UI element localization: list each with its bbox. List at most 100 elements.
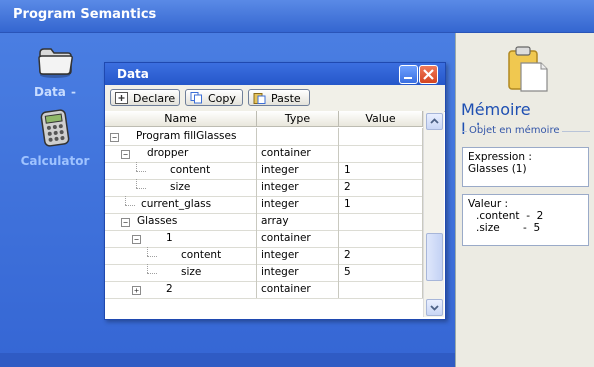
cell-type[interactable]: container (257, 145, 339, 162)
tree-line (136, 179, 137, 188)
nav-item-data-label: Data (34, 85, 66, 99)
row-name: current_glass (141, 198, 212, 210)
row-name: 1 (166, 232, 173, 244)
table-row[interactable]: content integer 2 (105, 247, 423, 265)
data-toolbar: Declare Copy Paste (105, 85, 445, 112)
data-window-title: Data (117, 67, 149, 81)
paste-button[interactable]: Paste (248, 89, 310, 106)
table-row[interactable]: −1 container (105, 230, 423, 248)
cell-name[interactable]: current_glass (105, 196, 257, 213)
cell-type[interactable]: container (257, 281, 339, 298)
add-icon (115, 92, 128, 104)
table-row[interactable]: − Program fillGlasses (105, 128, 423, 146)
row-name: size (181, 266, 202, 278)
table-row[interactable]: − dropper container (105, 145, 423, 163)
collapse-icon[interactable]: − (121, 150, 130, 159)
close-icon (423, 69, 434, 80)
chevron-up-icon (430, 118, 439, 124)
paste-label: Paste (271, 92, 301, 105)
column-header-type[interactable]: Type (257, 111, 339, 127)
value-box: Valeur : .content - 2 .size - 5 (462, 194, 589, 246)
chevron-down-icon (430, 305, 439, 311)
tree-line (136, 162, 137, 171)
cell-type[interactable]: integer (257, 264, 339, 281)
tree-line (125, 196, 126, 205)
cell-type[interactable]: container (257, 230, 339, 247)
cell-name[interactable]: − Program fillGlasses (105, 128, 257, 145)
cell-name[interactable]: content (105, 162, 257, 179)
expression-box: Expression : Glasses (1) (462, 147, 589, 187)
value-line: .content - 2 (476, 210, 544, 222)
cell-type[interactable]: array (257, 213, 339, 230)
cell-value[interactable] (339, 230, 423, 247)
folder-icon (38, 48, 73, 78)
cell-value[interactable] (339, 213, 423, 230)
expand-icon[interactable]: + (132, 286, 141, 295)
bottom-bar (0, 353, 455, 367)
calculator-icon (40, 109, 70, 147)
nav-item-calculator[interactable]: Calculator (10, 108, 100, 169)
data-window: Data Declare Copy Paste Name Type Value … (104, 62, 446, 320)
app-window: Program Semantics Data - Calculator Mémo… (0, 0, 594, 367)
cell-value[interactable] (339, 145, 423, 162)
minimize-button[interactable] (399, 65, 418, 84)
tree-line (136, 188, 146, 189)
nav-item-calculator-label: Calculator (20, 154, 90, 168)
collapse-icon[interactable]: − (110, 133, 119, 142)
cell-name[interactable]: size (105, 264, 257, 281)
collapse-icon[interactable]: − (132, 235, 141, 244)
scroll-up-button[interactable] (426, 113, 443, 130)
value-label: Valeur : (468, 198, 509, 210)
app-titlebar: Program Semantics (0, 0, 594, 33)
tree-line (147, 273, 157, 274)
clipboard-icon (508, 46, 548, 92)
row-name: Program fillGlasses (136, 130, 237, 142)
cell-name[interactable]: − dropper (105, 145, 257, 162)
cell-value[interactable] (339, 128, 423, 145)
vertical-scrollbar[interactable] (423, 111, 444, 317)
value-line: .size - 5 (476, 222, 541, 234)
collapse-icon[interactable]: − (121, 218, 130, 227)
table-row[interactable]: current_glass integer 1 (105, 196, 423, 214)
copy-button[interactable]: Copy (185, 89, 243, 106)
table-row[interactable]: size integer 5 (105, 264, 423, 282)
cell-type[interactable]: integer (257, 162, 339, 179)
copy-label: Copy (208, 92, 236, 105)
nav-item-data[interactable]: Data - (10, 45, 100, 100)
data-window-titlebar[interactable]: Data (105, 63, 445, 85)
cell-value[interactable]: 2 (339, 179, 423, 196)
cell-name[interactable]: size (105, 179, 257, 196)
cell-name[interactable]: −1 (105, 230, 257, 247)
cell-type[interactable] (257, 128, 339, 145)
expression-value: Glasses (1) (468, 163, 527, 175)
table-row[interactable]: − Glasses array (105, 213, 423, 231)
declare-label: Declare (133, 92, 176, 105)
row-name: content (170, 164, 211, 176)
cell-value[interactable]: 1 (339, 196, 423, 213)
close-button[interactable] (419, 65, 438, 84)
cell-type[interactable]: integer (257, 179, 339, 196)
cell-value[interactable]: 1 (339, 162, 423, 179)
column-header-name[interactable]: Name (105, 111, 257, 127)
cell-type[interactable]: integer (257, 196, 339, 213)
table-row[interactable]: +2 container (105, 281, 423, 299)
cell-value[interactable] (339, 281, 423, 298)
declare-button[interactable]: Declare (110, 89, 180, 106)
column-header-value[interactable]: Value (339, 111, 423, 127)
cell-type[interactable]: integer (257, 247, 339, 264)
cell-name[interactable]: +2 (105, 281, 257, 298)
cell-value[interactable]: 5 (339, 264, 423, 281)
memory-legend: Objet en mémoire (467, 125, 562, 136)
cell-name[interactable]: − Glasses (105, 213, 257, 230)
row-name: 2 (166, 283, 173, 295)
copy-icon (190, 92, 202, 104)
tree-line (147, 256, 157, 257)
scroll-down-button[interactable] (426, 299, 443, 316)
scroll-thumb[interactable] (426, 233, 443, 281)
tree-line (147, 247, 148, 256)
table-row[interactable]: size integer 2 (105, 179, 423, 197)
cell-name[interactable]: content (105, 247, 257, 264)
table-row[interactable]: content integer 1 (105, 162, 423, 180)
cell-value[interactable]: 2 (339, 247, 423, 264)
paste-icon (253, 93, 266, 104)
